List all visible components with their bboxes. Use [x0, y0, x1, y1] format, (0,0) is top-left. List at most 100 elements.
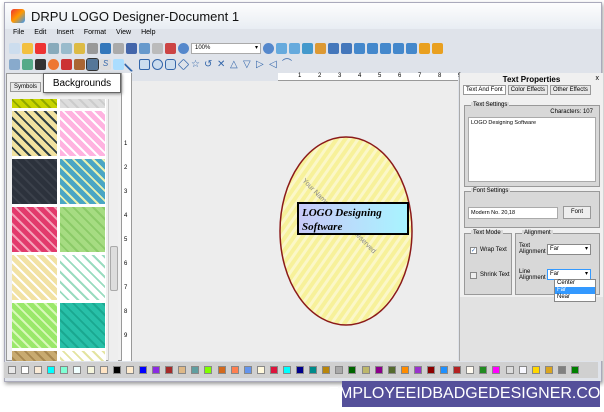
background-tile[interactable] — [60, 99, 105, 108]
color-swatch[interactable] — [322, 366, 331, 374]
menu-help[interactable]: Help — [141, 29, 155, 39]
tab-other-effects[interactable]: Other Effects — [549, 85, 591, 95]
align-left-icon[interactable] — [354, 42, 365, 54]
color-swatch[interactable] — [138, 366, 147, 374]
color-swatch[interactable] — [217, 366, 226, 374]
color-swatch[interactable] — [557, 366, 566, 374]
color-swatch[interactable] — [230, 366, 239, 374]
color-swatch[interactable] — [348, 366, 357, 374]
send-back-icon[interactable] — [341, 42, 352, 54]
redo-icon[interactable] — [113, 42, 124, 54]
backgrounds-icon[interactable] — [86, 57, 99, 71]
star-icon[interactable]: ☆ — [191, 59, 202, 70]
color-swatch[interactable] — [440, 366, 449, 374]
open-icon[interactable] — [22, 42, 33, 54]
align-right-icon[interactable] — [380, 42, 391, 54]
menu-file[interactable]: File — [13, 29, 24, 39]
shrink-text-checkbox[interactable] — [470, 272, 477, 279]
color-swatch[interactable] — [571, 366, 580, 374]
picture-icon[interactable] — [22, 58, 33, 70]
rectangle-icon[interactable] — [139, 58, 150, 70]
color-swatch[interactable] — [335, 366, 344, 374]
arc-icon[interactable]: ↺ — [204, 59, 215, 70]
grid-icon[interactable] — [289, 42, 300, 54]
close-doc-icon[interactable] — [35, 42, 46, 54]
color-swatch[interactable] — [204, 366, 213, 374]
color-swatch[interactable] — [165, 366, 174, 374]
wrap-text-checkbox[interactable]: ✓ — [470, 247, 477, 254]
background-tile[interactable] — [12, 99, 57, 108]
color-swatch[interactable] — [544, 366, 553, 374]
paste-icon[interactable] — [152, 42, 163, 54]
option-near[interactable]: Near — [555, 294, 595, 301]
menu-insert[interactable]: Insert — [56, 29, 74, 39]
color-swatch[interactable] — [374, 366, 383, 374]
background-tile[interactable] — [60, 303, 105, 348]
align-top-icon[interactable] — [393, 42, 404, 54]
background-tile[interactable] — [12, 159, 57, 204]
copy-icon[interactable] — [139, 42, 150, 54]
save-icon[interactable] — [48, 42, 59, 54]
color-swatch[interactable] — [492, 366, 501, 374]
menu-view[interactable]: View — [116, 29, 131, 39]
shapes-icon[interactable] — [61, 58, 72, 70]
save-as-icon[interactable] — [61, 42, 72, 54]
background-tile[interactable] — [60, 207, 105, 252]
delete-icon[interactable] — [165, 42, 176, 54]
color-swatch[interactable] — [387, 366, 396, 374]
triangle-down-icon[interactable]: ▽ — [243, 59, 254, 70]
new-icon[interactable] — [9, 42, 20, 54]
color-swatch[interactable] — [400, 366, 409, 374]
triangle-up-icon[interactable]: △ — [230, 59, 241, 70]
zoom-out-icon[interactable] — [263, 42, 274, 54]
color-swatch[interactable] — [21, 366, 30, 374]
option-far[interactable]: Far — [555, 287, 595, 294]
option-center[interactable]: Center — [555, 280, 595, 287]
color-swatch[interactable] — [282, 366, 291, 374]
triangle-left-icon[interactable]: ◁ — [269, 59, 280, 70]
ellipse-icon[interactable] — [152, 58, 163, 70]
background-tile[interactable] — [12, 111, 57, 156]
color-icon[interactable] — [48, 58, 59, 70]
color-swatch[interactable] — [60, 366, 69, 374]
color-swatch[interactable] — [256, 366, 265, 374]
font-button[interactable]: Font — [563, 206, 591, 219]
line-icon[interactable] — [123, 56, 140, 72]
symbols-icon[interactable] — [74, 58, 85, 70]
color-swatch[interactable] — [479, 366, 488, 374]
menu-format[interactable]: Format — [84, 29, 106, 39]
background-tile[interactable] — [12, 255, 57, 300]
color-swatch[interactable] — [99, 366, 108, 374]
tab-text-and-font[interactable]: Text And Font — [463, 85, 506, 95]
color-swatch[interactable] — [309, 366, 318, 374]
color-swatch[interactable] — [178, 366, 187, 374]
color-swatch[interactable] — [505, 366, 514, 374]
zoom-in-icon[interactable] — [178, 42, 189, 54]
color-swatch[interactable] — [191, 366, 200, 374]
menu-edit[interactable]: Edit — [34, 29, 46, 39]
align-bottom-icon[interactable] — [406, 42, 417, 54]
camera-icon[interactable] — [35, 58, 46, 70]
undo-icon[interactable] — [100, 42, 111, 54]
scrollbar-thumb[interactable] — [110, 246, 118, 291]
color-swatch[interactable] — [453, 366, 462, 374]
edit-icon[interactable] — [315, 42, 326, 54]
text-alignment-select[interactable]: Far — [547, 244, 591, 255]
align-center-icon[interactable] — [367, 42, 378, 54]
color-swatch[interactable] — [152, 366, 161, 374]
rounded-rect-icon[interactable] — [165, 58, 176, 70]
text-input[interactable]: LOGO Designing Software — [468, 117, 596, 182]
print-icon[interactable] — [87, 42, 98, 54]
color-swatch[interactable] — [112, 366, 121, 374]
triangle-right-icon[interactable]: ▷ — [256, 59, 267, 70]
color-swatch[interactable] — [86, 366, 95, 374]
unlock-icon[interactable] — [432, 42, 443, 54]
color-swatch[interactable] — [8, 366, 16, 374]
font-field[interactable]: Modern No. 20,18 — [468, 207, 558, 219]
text-icon[interactable]: S — [100, 58, 111, 70]
cut-icon[interactable] — [126, 42, 137, 54]
color-swatch[interactable] — [73, 366, 82, 374]
background-tile[interactable] — [60, 255, 105, 300]
cross-icon[interactable]: ✕ — [217, 59, 228, 70]
color-swatch[interactable] — [413, 366, 422, 374]
